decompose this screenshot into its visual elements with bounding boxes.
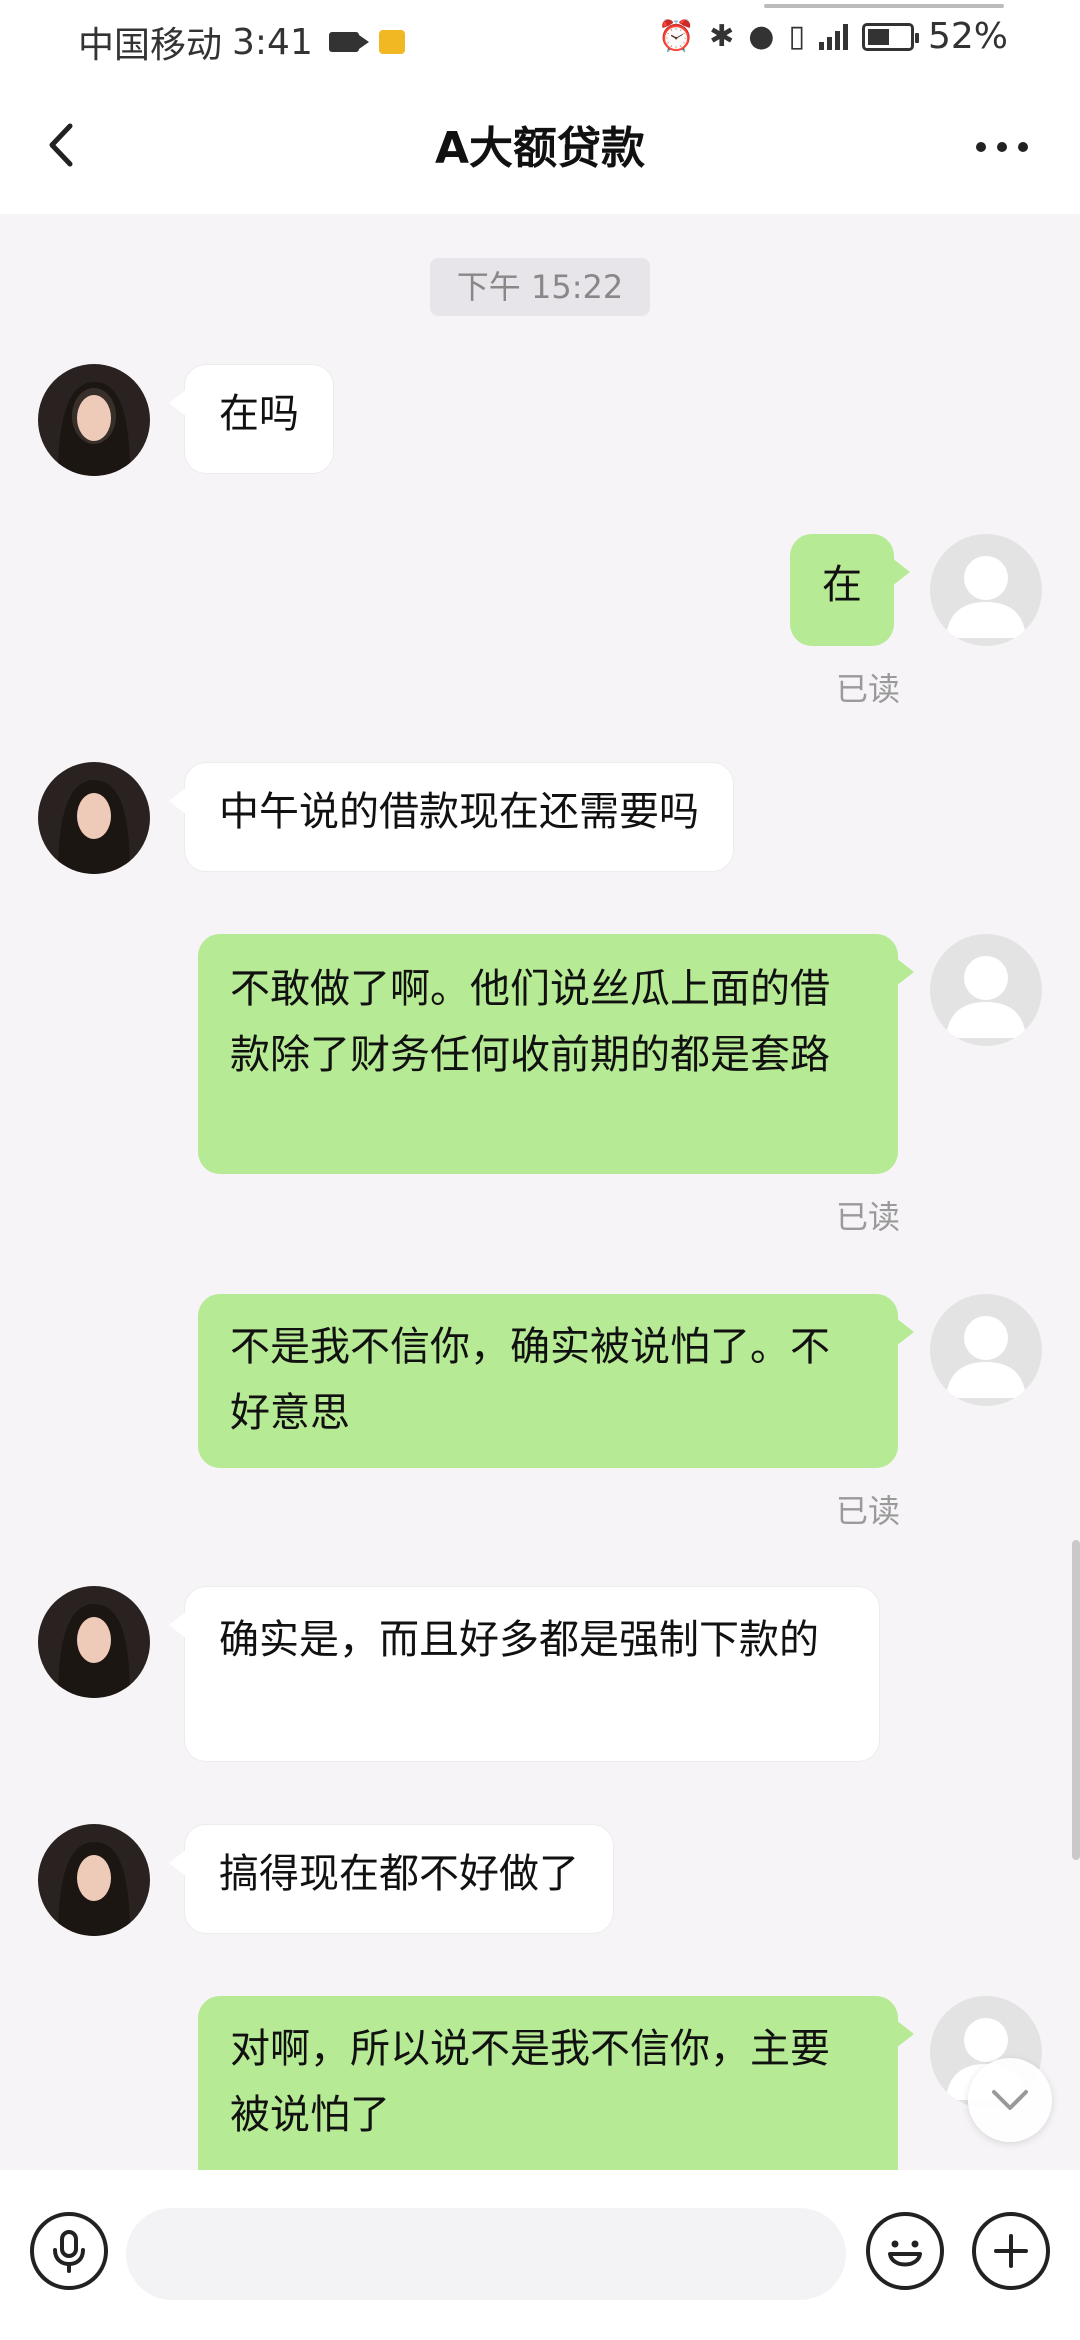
status-bar-indicator [764,4,1004,8]
contact-avatar[interactable] [38,364,150,476]
message-input[interactable] [126,2208,846,2300]
status-bar-right: ⏰ ✱ ● ▯ 52% [658,16,1008,57]
emoji-button[interactable] [866,2212,944,2290]
voice-input-button[interactable] [30,2212,108,2290]
read-receipt: 已读 [836,670,901,708]
message-bubble-incoming[interactable]: 搞得现在都不好做了 [169,1824,614,1934]
scroll-to-bottom-button[interactable] [968,2058,1052,2142]
message-bubble-incoming[interactable]: 确实是，而且好多都是强制下款的 [169,1586,880,1762]
battery-icon [861,22,919,51]
clock: 3:41 [232,21,313,63]
contact-avatar[interactable] [38,1824,150,1936]
my-avatar[interactable] [930,934,1042,1046]
carrier-name: 中国移动 [78,25,223,66]
smiley-icon [888,2240,922,2267]
bluetooth-icon: ✱ [709,19,735,54]
chat-scrollbar[interactable] [1072,1540,1080,1860]
notification-app-icon [378,30,405,54]
read-receipt: 已读 [836,1492,901,1530]
vibrate-icon: ▯ [788,19,805,54]
message-bubble-outgoing[interactable]: 对啊，所以说不是我不信你，主要被说怕了 [198,1996,914,2170]
nav-bar: A大额贷款 [0,76,1080,214]
message-bubble-outgoing[interactable]: 不是我不信你，确实被说怕了。不好意思 [198,1294,914,1468]
message-bubble-incoming[interactable]: 在吗 [169,364,334,474]
message-bubble-outgoing[interactable]: 不敢做了啊。他们说丝瓜上面的借款除了财务任何收前期的都是套路 [198,934,914,1174]
my-avatar[interactable] [930,1294,1042,1406]
read-receipt: 已读 [836,1198,901,1236]
signal-icon [818,23,848,50]
more-functions-button[interactable] [972,2212,1050,2290]
contact-avatar[interactable] [38,762,150,874]
my-avatar[interactable] [930,534,1042,646]
battery-percent: 52% [927,16,1008,57]
message-bubble-incoming[interactable]: 中午说的借款现在还需要吗 [169,762,734,872]
plus-icon [994,2234,1028,2268]
contact-avatar[interactable] [38,1586,150,1698]
message-bubble-outgoing[interactable]: 在 [790,534,910,646]
location-icon: ● [748,19,775,54]
status-bar-left: 中国移动 3:41 [78,16,405,68]
status-bar: 中国移动 3:41 ⏰ ✱ ● ▯ 52% [0,0,1080,76]
page-title: A大额贷款 [434,123,646,174]
video-record-icon [328,32,369,52]
chat-timestamp: 下午 15:22 [430,258,650,316]
input-bar [0,2170,1080,2340]
chevron-down-icon [992,2090,1028,2110]
microphone-icon [53,2230,85,2273]
alarm-icon: ⏰ [657,19,696,54]
more-dots-icon[interactable] [976,132,1036,162]
